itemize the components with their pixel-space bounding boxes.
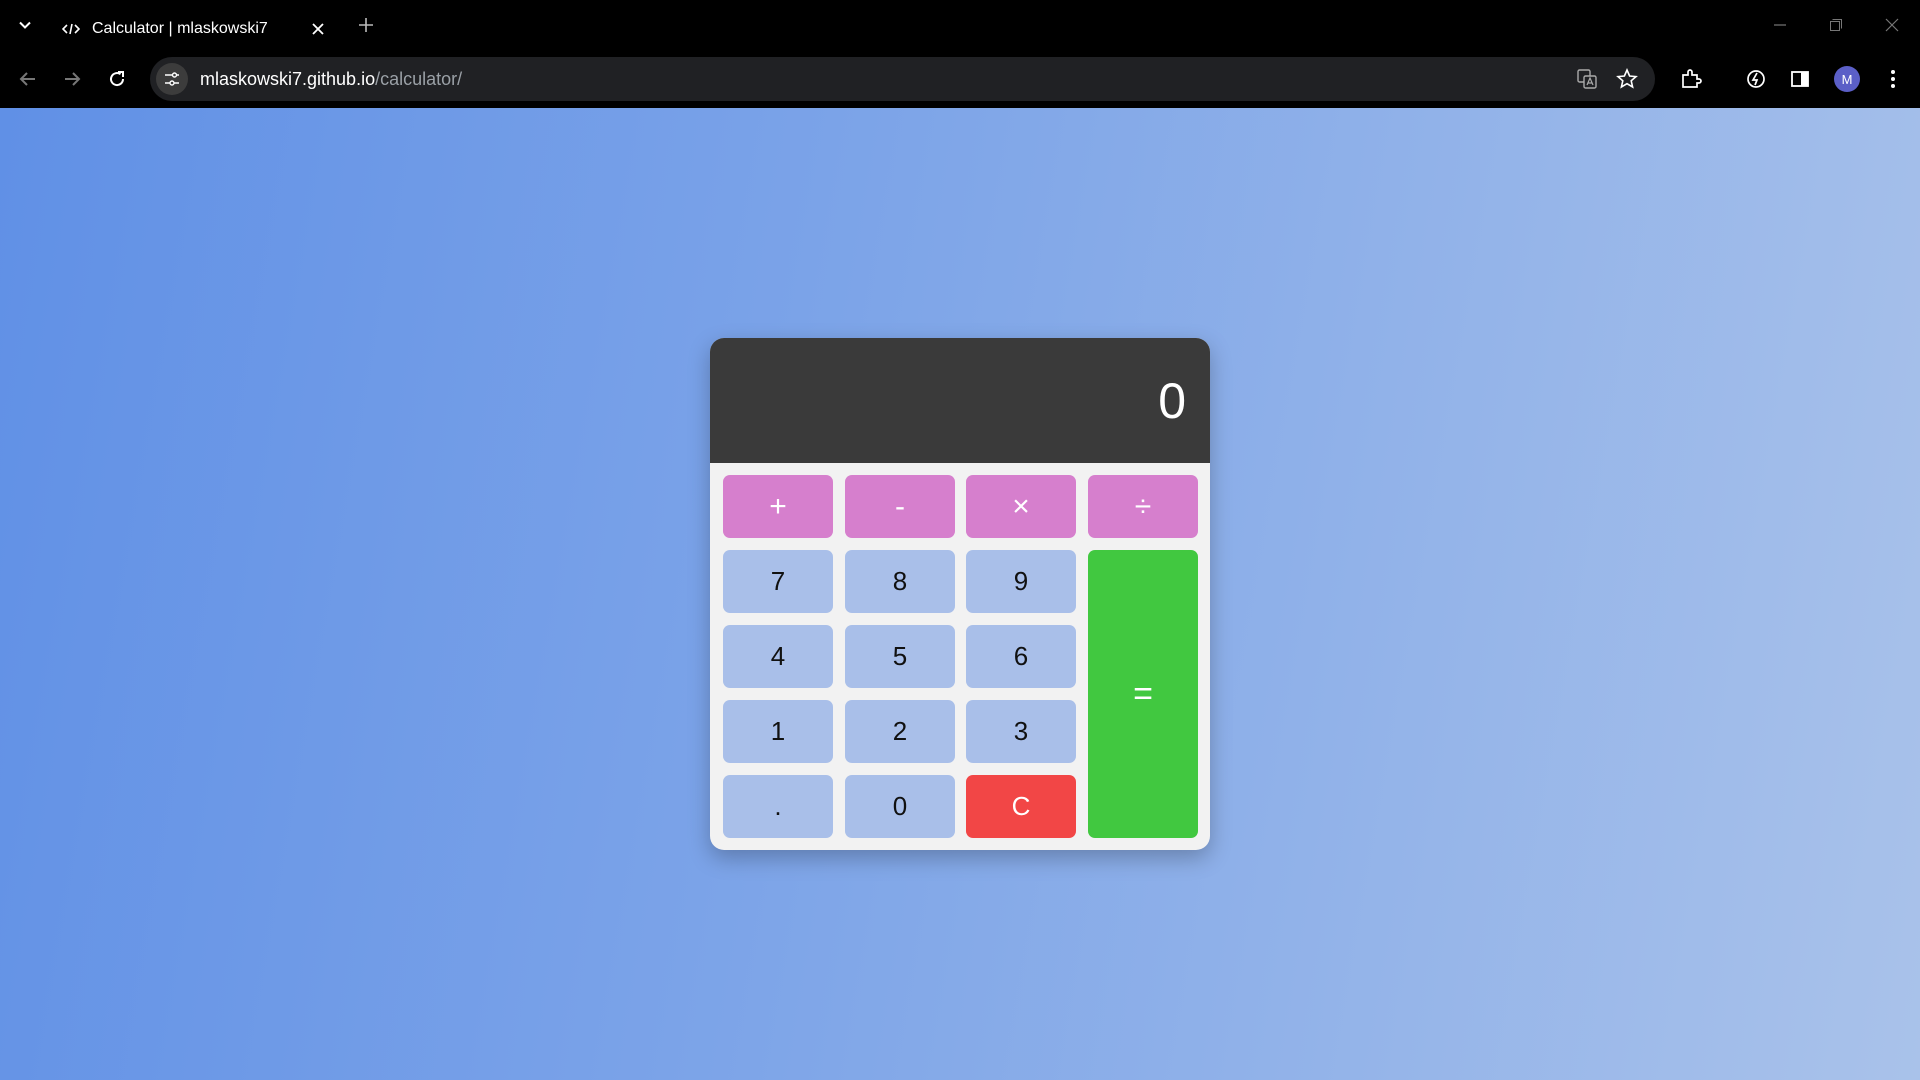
menu-button[interactable] [1877,63,1909,95]
speed-icon [1747,70,1765,88]
divide-button[interactable]: ÷ [1088,475,1198,538]
side-panel-icon [1791,71,1809,87]
url-text: mlaskowski7.github.io/calculator/ [200,69,462,90]
equals-button[interactable]: = [1088,550,1198,838]
page-background: 0 + - × ÷ 7 8 9 4 5 6 1 2 3 . 0 C = [0,108,1920,1080]
window-controls [1752,0,1920,50]
url-path: /calculator/ [375,68,463,89]
digit-4-button[interactable]: 4 [723,625,833,688]
digit-7-button[interactable]: 7 [723,550,833,613]
chevron-down-icon [19,21,31,29]
url-host: mlaskowski7.github.io [200,68,376,89]
digit-9-button[interactable]: 9 [966,550,1076,613]
calculator: 0 + - × ÷ 7 8 9 4 5 6 1 2 3 . 0 C = [710,338,1210,850]
side-panel-button[interactable] [1784,63,1816,95]
code-icon [62,20,80,38]
digit-0-button[interactable]: 0 [845,775,955,838]
tab-search-button[interactable] [12,12,38,38]
close-icon [1885,18,1899,32]
avatar: M [1834,66,1860,92]
minimize-icon [1774,24,1786,26]
subtract-button[interactable]: - [845,475,955,538]
restore-icon [1830,19,1842,31]
reload-icon [110,71,125,87]
site-settings-icon[interactable] [156,63,188,95]
back-button[interactable] [12,63,44,95]
restore-button[interactable] [1808,0,1864,50]
digit-5-button[interactable]: 5 [845,625,955,688]
extensions-button[interactable] [1675,63,1707,95]
clear-button[interactable]: C [966,775,1076,838]
tab-title: Calculator | mlaskowski7 [92,20,268,37]
new-tab-button[interactable] [354,13,378,37]
digit-8-button[interactable]: 8 [845,550,955,613]
plus-icon [359,18,373,32]
digit-2-button[interactable]: 2 [845,700,955,763]
digit-3-button[interactable]: 3 [966,700,1076,763]
browser-tab[interactable]: Calculator | mlaskowski7 [52,8,338,50]
reload-button[interactable] [101,63,133,95]
address-bar[interactable]: mlaskowski7.github.io/calculator/ [150,57,1655,101]
arrow-left-icon [19,72,35,86]
bookmark-star-icon[interactable] [1613,65,1641,93]
digit-6-button[interactable]: 6 [966,625,1076,688]
tab-close-icon[interactable] [308,19,328,39]
add-button[interactable]: + [723,475,833,538]
minimize-button[interactable] [1752,0,1808,50]
performance-button[interactable] [1740,63,1772,95]
keypad: + - × ÷ 7 8 9 4 5 6 1 2 3 . 0 C = [710,463,1210,850]
browser-toolbar: mlaskowski7.github.io/calculator/ M [0,50,1920,109]
multiply-button[interactable]: × [966,475,1076,538]
close-window-button[interactable] [1864,0,1920,50]
browser-titlebar: Calculator | mlaskowski7 [0,0,1920,50]
digit-1-button[interactable]: 1 [723,700,833,763]
translate-icon[interactable] [1573,65,1601,93]
decimal-button[interactable]: . [723,775,833,838]
calculator-display: 0 [710,338,1210,463]
more-vert-icon [1891,70,1895,88]
arrow-right-icon [65,72,81,86]
forward-button[interactable] [56,63,88,95]
puzzle-icon [1682,69,1702,88]
profile-button[interactable]: M [1831,63,1863,95]
